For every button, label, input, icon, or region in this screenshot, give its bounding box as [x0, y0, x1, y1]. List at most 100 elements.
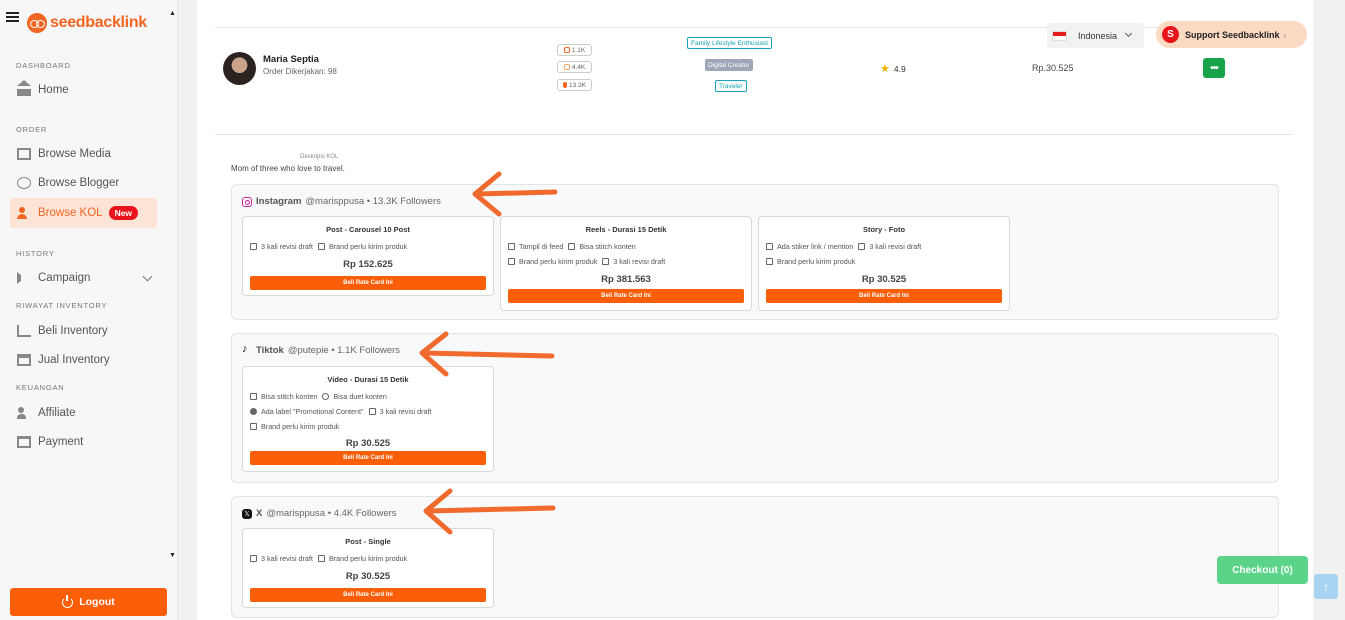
box-icon	[766, 258, 773, 265]
sidebar-item-browse-kol[interactable]: Browse KOL New	[10, 198, 157, 228]
annotation-arrow	[419, 331, 555, 377]
stat-value: 4.4K	[571, 63, 586, 71]
scroll-up-icon[interactable]: ▲	[169, 10, 176, 17]
feed-icon	[508, 243, 515, 251]
feature: Brand perlu kirim produk	[508, 255, 597, 269]
sidebar-item-label: Beli Inventory	[38, 325, 108, 337]
rate-card-title: Post - Carousel 10 Post	[326, 225, 410, 234]
avatar	[223, 52, 256, 85]
rating-value: 4.9	[893, 63, 906, 74]
sidebar-item-label: Browse Blogger	[38, 177, 120, 189]
sidebar-item-affiliate[interactable]: Affiliate	[10, 398, 157, 428]
feature-text: Brand perlu kirim produk	[777, 256, 856, 266]
category-tag: Traveler	[715, 80, 747, 92]
rate-card-features: 3 kali revisi draft Brand perlu kirim pro…	[243, 234, 493, 255]
sidebar-item-label: Affiliate	[38, 407, 76, 419]
buy-rate-card-button[interactable]: Beli Rate Card Ini	[250, 588, 486, 602]
platform-header: 𝕏 X @marisppusa • 4.4K Followers	[242, 508, 397, 519]
sidebar-item-label: Browse KOL	[38, 207, 103, 219]
stitch-icon	[250, 393, 257, 401]
feature-text: 3 kali revisi draft	[613, 256, 666, 266]
rating: ★ 4.9	[880, 62, 906, 75]
checkout-button[interactable]: Checkout (0)	[1217, 556, 1308, 584]
sidebar-item-home[interactable]: Home	[10, 75, 157, 105]
platform-handle: @marisppusa • 13.3K Followers	[305, 196, 441, 207]
feature-text: Bisa stitch konten	[261, 392, 318, 401]
rate-card-features: 3 kali revisi draft Brand perlu kirim pro…	[243, 546, 493, 567]
buy-rate-card-button[interactable]: Beli Rate Card Ini	[250, 451, 486, 465]
star-icon: ★	[880, 63, 890, 75]
sidebar-item-browse-blogger[interactable]: Browse Blogger	[10, 168, 157, 198]
logout-button[interactable]: Logout	[10, 588, 167, 616]
rate-card-title: Story - Foto	[862, 225, 906, 234]
check-circle-icon	[250, 408, 257, 415]
rate-card-price: Rp 30.525	[345, 438, 391, 450]
home-icon	[17, 80, 31, 96]
feature: Bisa stitch konten	[568, 240, 636, 254]
divider	[215, 134, 1293, 135]
chevron-down-icon	[142, 271, 153, 282]
rate-card-price: Rp 30.525	[345, 570, 391, 582]
sidebar-item-label: Jual Inventory	[38, 354, 110, 366]
section-riwayat-inventory: RIWAYAT INVENTORY	[16, 301, 108, 310]
description-text: Mom of three who love to travel.	[231, 164, 345, 173]
chevron-down-icon	[1124, 29, 1133, 38]
sidebar-item-campaign[interactable]: Campaign	[10, 263, 157, 293]
feature-text: Brand perlu kirim produk	[328, 554, 408, 563]
kol-name[interactable]: Maria Septia	[263, 54, 319, 65]
monitor-icon	[17, 148, 31, 160]
category-tag: Family Lifestyle Enthusiast	[687, 37, 772, 49]
feature: Brand perlu kirim produk	[766, 255, 855, 269]
language-selector[interactable]: Indonesia	[1047, 23, 1144, 48]
feature-text: 3 kali revisi draft	[261, 242, 313, 251]
revision-icon	[602, 258, 610, 265]
rate-card: Post - Carousel 10 Post 3 kali revisi dr…	[242, 216, 494, 296]
support-button[interactable]: S Support Seedbacklink ›	[1156, 21, 1307, 48]
buy-rate-card-button[interactable]: Beli Rate Card Ini	[766, 289, 1002, 303]
category-tag: Digital Creator	[705, 59, 753, 71]
scroll-down-icon[interactable]: ▼	[169, 552, 176, 559]
feature-text: 3 kali revisi draft	[379, 406, 432, 416]
x-icon	[563, 64, 570, 70]
sidebar-item-browse-media[interactable]: Browse Media	[10, 139, 157, 169]
duet-icon	[322, 393, 330, 401]
rate-card: Story - Foto Ada stiker link / mention 3 …	[758, 216, 1010, 311]
logo-text: seedbacklink	[50, 14, 147, 31]
affiliate-icon	[17, 407, 31, 419]
sidebar-item-beli-inventory[interactable]: Beli Inventory	[10, 316, 157, 346]
buy-rate-card-button[interactable]: Beli Rate Card Ini	[508, 289, 744, 303]
logo[interactable]: seedbacklink	[27, 13, 147, 33]
feature-text: Brand perlu kirim produk	[261, 421, 340, 431]
feature-text: 3 kali revisi draft	[261, 554, 313, 563]
rate-card-price: Rp 152.625	[343, 258, 393, 270]
cart-icon	[17, 325, 31, 337]
stat-tiktok: 13.3K	[557, 79, 592, 91]
section-order: ORDER	[16, 125, 48, 134]
store-icon	[17, 354, 31, 366]
feature-text: Brand perlu kirim produk	[519, 256, 598, 266]
platform-name: X	[256, 508, 263, 519]
rate-card-title: Post - Single	[345, 537, 391, 546]
menu-toggle-icon[interactable]	[6, 12, 19, 22]
buy-rate-card-button[interactable]: Beli Rate Card Ini	[250, 276, 486, 290]
section-keuangan: KEUANGAN	[16, 383, 65, 392]
platform-header: Instagram @marisppusa • 13.3K Followers	[242, 196, 441, 207]
sidebar-item-jual-inventory[interactable]: Jual Inventory	[10, 345, 157, 375]
arrow-up-icon: ↑	[1323, 579, 1329, 594]
section-history: HISTORY	[16, 249, 55, 258]
new-badge: New	[108, 206, 139, 220]
revision-icon	[858, 243, 866, 251]
annotation-arrow	[472, 171, 558, 217]
feature-text: Ada label "Promotional Content"	[261, 406, 364, 416]
rate-card: Reels - Durasi 15 Detik Tampil di feed Bi…	[500, 216, 752, 311]
sidebar-item-payment[interactable]: Payment	[10, 427, 157, 457]
rate-card: Video - Durasi 15 Detik Bisa stitch kont…	[242, 366, 494, 472]
page-gutter	[1313, 0, 1345, 620]
megaphone-icon	[17, 272, 31, 284]
feature-text: Tampil di feed	[519, 242, 564, 251]
box-icon	[250, 422, 257, 430]
feature: 3 kali revisi draft	[250, 240, 313, 254]
scroll-to-top-button[interactable]: ↑	[1314, 574, 1338, 599]
feature: 3 kali revisi draft	[250, 552, 313, 566]
more-options-button[interactable]: •••	[1203, 58, 1225, 78]
